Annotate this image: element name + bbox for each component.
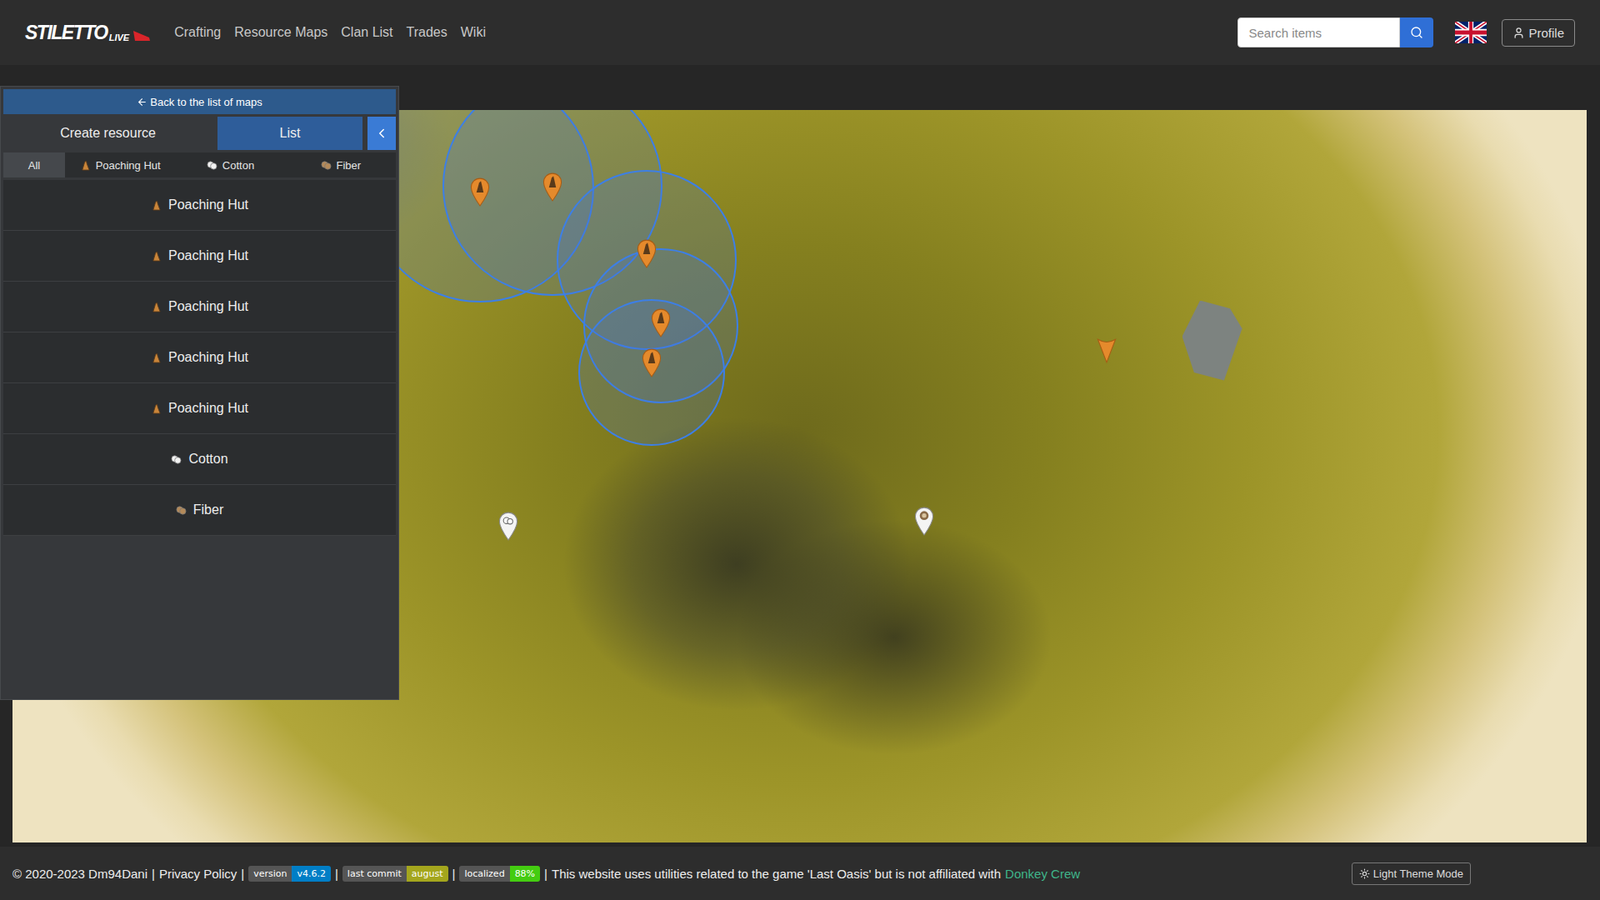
profile-button[interactable]: Profile <box>1501 19 1575 47</box>
navbar: STILETTOLIVE Crafting Resource Maps Clan Li… <box>0 0 1600 65</box>
sidebar: Back to the list of mapsCreate resourceL… <box>0 85 400 700</box>
resource-item[interactable]: Cotton <box>3 434 396 485</box>
fiber-icon <box>320 160 332 171</box>
resource-item[interactable]: Poaching Hut <box>3 281 396 333</box>
poaching-hut-pin[interactable] <box>650 307 672 338</box>
poaching-hut-icon <box>150 403 162 415</box>
badge: versionv4.6.2 <box>248 865 331 882</box>
chevron-left-icon <box>374 125 390 141</box>
search-button[interactable] <box>1400 17 1434 48</box>
tab[interactable]: Create resource <box>3 116 213 150</box>
search-icon <box>1410 25 1424 40</box>
resource-item[interactable]: Fiber <box>3 485 396 536</box>
nav-link[interactable]: Crafting <box>174 25 221 40</box>
separator: | <box>335 866 339 881</box>
resource-item[interactable]: Poaching Hut <box>3 383 396 435</box>
map-pin-icon <box>469 176 491 207</box>
tab[interactable]: List <box>217 116 363 150</box>
map-pin-icon <box>635 238 658 269</box>
nav-link[interactable]: Wiki <box>460 25 486 40</box>
badge-value: august <box>406 865 449 882</box>
badge-value: 88% <box>510 865 540 882</box>
plain-pin[interactable] <box>1095 335 1118 365</box>
separator: | <box>544 866 548 881</box>
logo[interactable]: STILETTOLIVE <box>25 23 151 43</box>
filter-tab[interactable]: Fiber <box>285 152 396 178</box>
rock <box>1182 300 1243 381</box>
cotton-icon <box>206 160 218 171</box>
badge: last commitaugust <box>342 865 449 882</box>
logo-suffix: LIVE <box>109 33 130 43</box>
nav-link[interactable]: Resource Maps <box>234 25 328 40</box>
poaching-hut-icon <box>150 200 162 211</box>
back-button[interactable]: Back to the list of maps <box>3 89 396 115</box>
badge-label: localized <box>459 865 510 882</box>
badge-label: last commit <box>342 865 407 882</box>
main: Back to the list of mapsCreate resourceL… <box>0 65 1600 843</box>
poaching-hut-pin[interactable] <box>635 238 658 269</box>
copyright: © 2020-2023 Dm94Dani <box>12 866 148 881</box>
map-pin-icon <box>497 510 520 541</box>
donkey-crew-link[interactable]: Donkey Crew <box>1005 866 1080 881</box>
uk-flag-icon[interactable] <box>1455 21 1487 44</box>
navbar-right: Profile <box>1237 17 1575 48</box>
fiber-icon <box>175 505 187 516</box>
separator: | <box>452 866 456 881</box>
tabs: Create resourceList <box>3 116 396 150</box>
cotton-icon <box>170 454 182 465</box>
footer: © 2020-2023 Dm94Dani|Privacy Policy|vers… <box>0 846 1600 900</box>
map-pin-icon <box>650 307 672 338</box>
disclaimer: This website uses utilities related to t… <box>551 866 1001 881</box>
page: STILETTOLIVE Crafting Resource Maps Clan Li… <box>0 0 1600 900</box>
arrow-left-icon <box>136 96 148 108</box>
badge-label: version <box>248 865 292 882</box>
filters: AllPoaching HutCottonFiber <box>3 152 396 178</box>
cotton-pin[interactable] <box>497 510 520 541</box>
footer-info: © 2020-2023 Dm94Dani|Privacy Policy|vers… <box>12 865 1080 882</box>
separator: | <box>240 866 245 881</box>
fiber-pin[interactable] <box>913 505 935 536</box>
logo-heel-icon <box>132 29 151 43</box>
poaching-hut-pin[interactable] <box>469 176 491 207</box>
collapse-button[interactable] <box>367 116 396 150</box>
badge-value: v4.6.2 <box>291 865 331 882</box>
nav-link[interactable]: Trades <box>406 25 448 40</box>
search-input[interactable] <box>1237 17 1400 48</box>
badge: localized88% <box>459 865 540 882</box>
poaching-hut-icon <box>150 250 162 262</box>
filter-tab[interactable]: All <box>3 152 65 178</box>
resource-item[interactable]: Poaching Hut <box>3 180 396 231</box>
sun-icon <box>1359 868 1370 880</box>
logo-name: STILETTO <box>25 23 108 43</box>
poaching-hut-icon <box>150 352 162 364</box>
poaching-hut-icon <box>150 301 162 313</box>
nav-links: Crafting Resource Maps Clan List Trades Wiki <box>174 25 486 40</box>
filter-tab[interactable]: Poaching Hut <box>65 152 175 178</box>
theme-button[interactable]: Light Theme Mode <box>1351 862 1471 885</box>
resource-item[interactable]: Poaching Hut <box>3 230 396 282</box>
map-pin-icon <box>541 171 564 202</box>
separator: | <box>151 866 155 881</box>
map-pin-icon <box>640 347 663 378</box>
poaching-hut-icon <box>80 160 91 171</box>
map-pin-icon <box>913 505 935 536</box>
resource-item[interactable]: Poaching Hut <box>3 332 396 384</box>
nav-link[interactable]: Clan List <box>340 25 393 40</box>
poaching-hut-pin[interactable] <box>541 171 564 202</box>
filter-tab[interactable]: Cotton <box>175 152 285 178</box>
user-icon <box>1512 26 1525 40</box>
privacy-link[interactable]: Privacy Policy <box>159 866 237 881</box>
poaching-hut-pin[interactable] <box>640 347 663 378</box>
map-pin-icon <box>1095 335 1118 365</box>
resource-list: Poaching HutPoaching HutPoaching HutPoac… <box>3 180 396 536</box>
